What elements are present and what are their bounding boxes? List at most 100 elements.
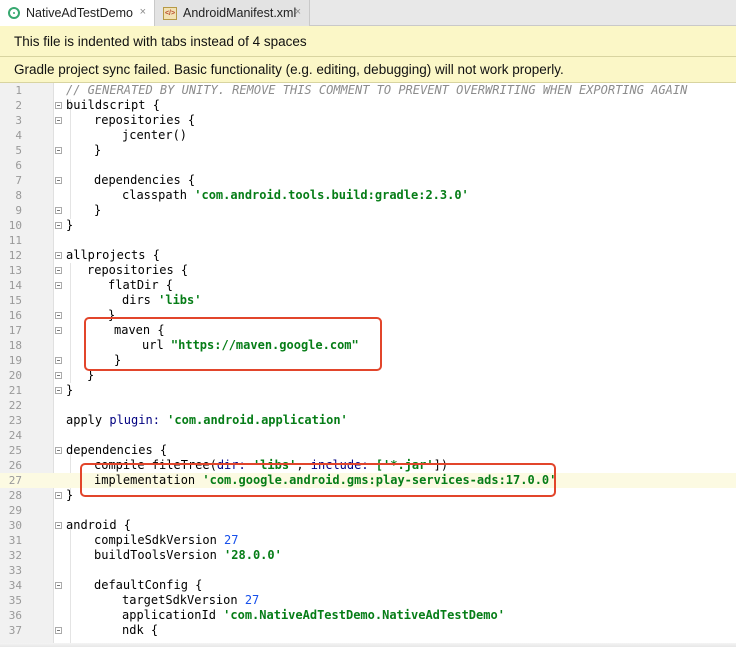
line-number: 33 <box>8 564 22 577</box>
code-line: 4 jcenter() <box>0 128 736 143</box>
code-line: 31 compileSdkVersion 27 <box>0 533 736 548</box>
string-literal: 'com.android.tools.build:gradle:2.3.0' <box>194 188 469 202</box>
string-literal: '28.0.0' <box>224 548 282 562</box>
line-number: 8 <box>15 189 22 202</box>
code-text: apply plugin: 'com.android.application' <box>66 413 348 428</box>
code-line: 10} <box>0 218 736 233</box>
code-line: 9} <box>0 203 736 218</box>
code-line: 3 repositories { <box>0 113 736 128</box>
code-token: classpath <box>122 188 195 202</box>
line-number: 37 <box>8 624 22 637</box>
code-token: buildToolsVersion <box>94 548 225 562</box>
fold-icon[interactable] <box>55 312 62 319</box>
line-number: 32 <box>8 549 22 562</box>
code-text: } <box>94 143 102 157</box>
line-number: 4 <box>15 129 22 142</box>
line-number: 23 <box>8 414 22 427</box>
code-text: buildToolsVersion '28.0.0' <box>94 548 282 563</box>
number-literal: 27 <box>224 533 239 547</box>
code-text: compileSdkVersion 27 <box>94 533 239 548</box>
line-number: 25 <box>8 444 22 457</box>
line-number: 3 <box>15 114 22 127</box>
code-text: } <box>66 488 74 502</box>
fold-icon[interactable] <box>55 102 62 109</box>
code-text: ndk { <box>122 623 159 637</box>
tab-androidmanifest[interactable]: </> AndroidManifest.xml × <box>155 0 310 26</box>
code-line: 13 repositories { <box>0 263 736 278</box>
close-icon[interactable]: × <box>140 6 146 18</box>
code-text: repositories { <box>94 113 196 127</box>
line-number: 6 <box>15 159 22 172</box>
code-line: 35 targetSdkVersion 27 <box>0 593 736 608</box>
code-line: 30 android { <box>0 518 736 533</box>
fold-icon[interactable] <box>55 282 62 289</box>
fold-icon[interactable] <box>55 627 62 634</box>
fold-icon[interactable] <box>55 252 62 259</box>
code-line: 33 <box>0 563 736 578</box>
line-number: 36 <box>8 609 22 622</box>
code-line: 37 ndk { <box>0 623 736 638</box>
code-text: } <box>66 383 74 397</box>
fold-icon[interactable] <box>55 372 62 379</box>
line-number: 24 <box>8 429 22 442</box>
banner-text: This file is indented with tabs instead … <box>14 33 307 49</box>
code-token: applicationId <box>122 608 224 622</box>
string-literal: 'libs' <box>158 293 202 307</box>
tab-label: NativeAdTestDemo <box>26 6 133 20</box>
line-number: 30 <box>8 519 22 532</box>
code-line: 5} <box>0 143 736 158</box>
banner-text: Gradle project sync failed. Basic functi… <box>14 62 564 77</box>
xml-file-icon: </> <box>163 6 177 20</box>
fold-icon[interactable] <box>55 447 62 454</box>
line-number: 34 <box>8 579 22 592</box>
code-text: } <box>94 203 102 217</box>
fold-icon[interactable] <box>55 207 62 214</box>
fold-icon[interactable] <box>55 147 62 154</box>
fold-icon[interactable] <box>55 387 62 394</box>
code-editor[interactable]: 1 // GENERATED BY UNITY. REMOVE THIS COMM… <box>0 83 736 647</box>
code-line: 32 buildToolsVersion '28.0.0' <box>0 548 736 563</box>
fold-icon[interactable] <box>55 117 62 124</box>
tab-nativeadtestdemo[interactable]: NativeAdTestDemo × <box>0 0 155 26</box>
fold-icon[interactable] <box>55 267 62 274</box>
code-line: 22 <box>0 398 736 413</box>
fold-icon[interactable] <box>55 222 62 229</box>
code-text: applicationId 'com.NativeAdTestDemo.Nati… <box>122 608 505 623</box>
code-text: dirs 'libs' <box>122 293 201 308</box>
fold-icon[interactable] <box>55 582 62 589</box>
gradle-icon <box>8 7 20 19</box>
code-line: 6 <box>0 158 736 173</box>
line-number: 16 <box>8 309 22 322</box>
code-text: allprojects { <box>66 248 160 262</box>
line-number: 22 <box>8 399 22 412</box>
code-token: apply <box>66 413 110 427</box>
code-line: 36 applicationId 'com.NativeAdTestDemo.Na… <box>0 608 736 623</box>
line-number: 14 <box>8 279 22 292</box>
line-number: 11 <box>8 234 22 247</box>
line-number: 9 <box>15 204 22 217</box>
string-literal: 'com.android.application' <box>167 413 348 427</box>
code-token: dirs <box>122 293 159 307</box>
close-icon[interactable]: × <box>295 6 301 18</box>
line-number: 26 <box>8 459 22 472</box>
string-literal: 'com.NativeAdTestDemo.NativeAdTestDemo' <box>223 608 505 622</box>
line-number: 15 <box>8 294 22 307</box>
fold-icon[interactable] <box>55 522 62 529</box>
line-number: 31 <box>8 534 22 547</box>
fold-icon[interactable] <box>55 327 62 334</box>
fold-icon[interactable] <box>55 177 62 184</box>
code-token: targetSdkVersion <box>122 593 245 607</box>
line-number: 21 <box>8 384 22 397</box>
fold-icon[interactable] <box>55 357 62 364</box>
code-line: 12 allprojects { <box>0 248 736 263</box>
line-number: 35 <box>8 594 22 607</box>
code-line: 11 <box>0 233 736 248</box>
gradle-sync-failed-banner: Gradle project sync failed. Basic functi… <box>0 57 736 83</box>
code-text: jcenter() <box>122 128 188 142</box>
code-text: } <box>66 218 74 232</box>
code-text: // GENERATED BY UNITY. REMOVE THIS COMME… <box>66 83 688 97</box>
fold-icon[interactable] <box>55 492 62 499</box>
code-line: 15 dirs 'libs' <box>0 293 736 308</box>
code-text: buildscript { <box>66 98 160 112</box>
line-number: 19 <box>8 354 22 367</box>
